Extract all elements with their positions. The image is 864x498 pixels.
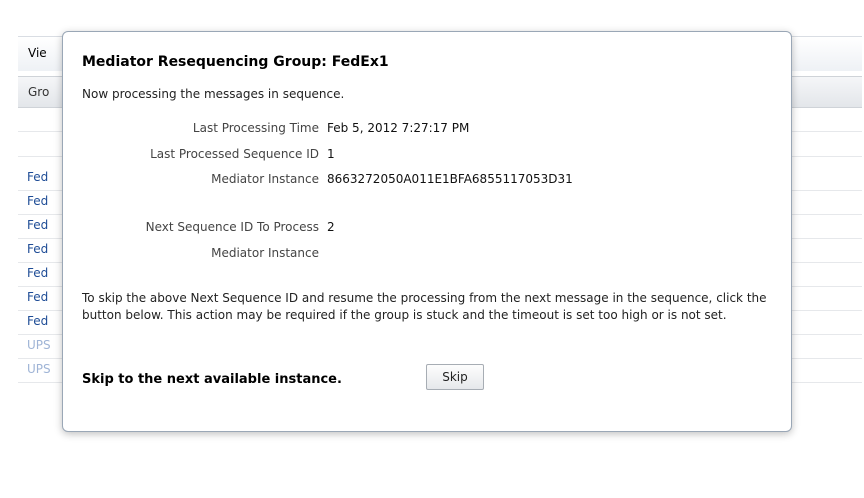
popup-title: Mediator Resequencing Group: FedEx1 (82, 54, 389, 70)
row-link[interactable]: Fed (27, 194, 48, 208)
row-link[interactable]: Fed (27, 290, 48, 304)
view-menu[interactable]: Vie (28, 46, 47, 60)
field-label: Last Processed Sequence ID (150, 147, 319, 161)
row-link[interactable]: Fed (27, 218, 48, 232)
resequencing-group-popup: Mediator Resequencing Group: FedEx1 Now … (62, 31, 792, 432)
field-value: 8663272050A011E1BFA6855117053D31 (327, 172, 573, 186)
field-label: Mediator Instance (211, 172, 319, 186)
field-label: Next Sequence ID To Process (145, 220, 319, 234)
field-next-sequence-id: Next Sequence ID To Process 2 (63, 220, 793, 240)
field-next-mediator-instance: Mediator Instance (63, 246, 793, 266)
field-last-processed-sequence-id: Last Processed Sequence ID 1 (63, 147, 793, 167)
row-link[interactable]: UPS (27, 338, 51, 352)
field-value: 1 (327, 147, 335, 161)
field-value: Feb 5, 2012 7:27:17 PM (327, 121, 470, 135)
row-link[interactable]: Fed (27, 314, 48, 328)
field-label: Last Processing Time (192, 121, 319, 135)
field-label: Mediator Instance (211, 246, 319, 260)
field-last-processing-time: Last Processing Time Feb 5, 2012 7:27:17… (63, 121, 793, 141)
column-header-group[interactable]: Gro (28, 85, 49, 99)
field-value: 2 (327, 220, 335, 234)
skip-description: To skip the above Next Sequence ID and r… (82, 291, 767, 322)
row-link[interactable]: Fed (27, 170, 48, 184)
field-mediator-instance: Mediator Instance 8663272050A011E1BFA685… (63, 172, 793, 192)
processing-status: Now processing the messages in sequence. (82, 87, 345, 101)
row-link[interactable]: Fed (27, 242, 48, 256)
row-link[interactable]: UPS (27, 362, 51, 376)
row-link[interactable]: Fed (27, 266, 48, 280)
skip-prompt: Skip to the next available instance. (82, 372, 342, 387)
skip-button[interactable]: Skip (426, 364, 484, 390)
